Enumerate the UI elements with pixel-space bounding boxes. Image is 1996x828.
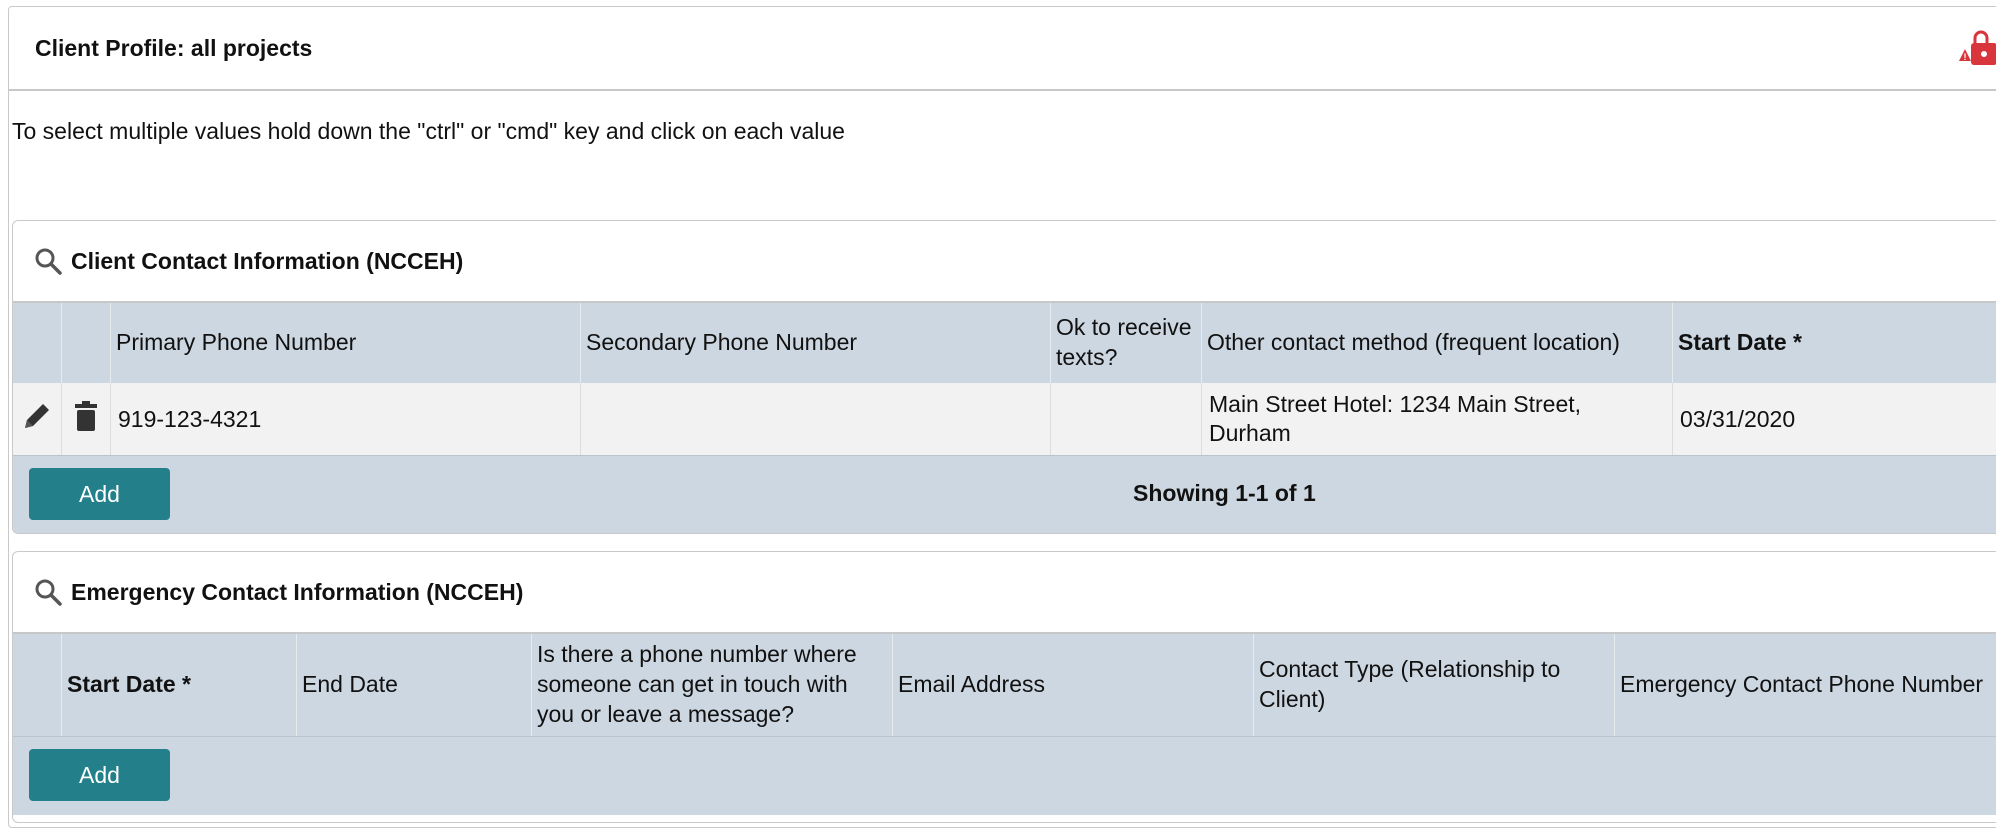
ok-texts-cell <box>1051 383 1202 455</box>
column-header[interactable]: End Date <box>297 634 532 736</box>
emergency-contact-section: Emergency Contact Information (NCCEH) St… <box>12 551 1996 823</box>
panel-header: Client Profile: all projects ! <box>9 7 1996 91</box>
section-title: Emergency Contact Information (NCCEH) <box>71 579 523 606</box>
pencil-icon[interactable] <box>20 399 54 433</box>
table-header-row: Primary Phone Number Secondary Phone Num… <box>13 303 1996 383</box>
secondary-phone-cell <box>581 383 1051 455</box>
column-header[interactable]: Start Date * <box>62 634 297 736</box>
column-header[interactable]: Other contact method (frequent location) <box>1202 303 1673 383</box>
primary-phone-cell: 919-123-4321 <box>111 383 581 455</box>
table-footer: Add Showing 1-1 of 1 <box>13 455 1996 534</box>
add-contact-button[interactable]: Add <box>29 468 170 520</box>
edit-cell[interactable] <box>13 383 62 455</box>
section-header: Emergency Contact Information (NCCEH) <box>13 552 1996 634</box>
column-header[interactable]: Secondary Phone Number <box>581 303 1051 383</box>
trash-icon[interactable] <box>71 399 101 433</box>
header-spacer <box>62 303 111 383</box>
delete-cell[interactable] <box>62 383 111 455</box>
column-header[interactable]: Contact Type (Relationship to Client) <box>1254 634 1615 736</box>
column-header[interactable]: Start Date * <box>1673 303 1996 383</box>
column-header[interactable]: Emergency Contact Phone Number <box>1615 634 1996 736</box>
header-spacer <box>13 303 62 383</box>
column-header[interactable]: Primary Phone Number <box>111 303 581 383</box>
instructions-text: To select multiple values hold down the … <box>12 118 845 145</box>
column-header[interactable]: Is there a phone number where someone ca… <box>532 634 893 736</box>
add-emergency-contact-button[interactable]: Add <box>29 749 170 801</box>
table-row: 919-123-4321 Main Street Hotel: 1234 Mai… <box>13 383 1996 455</box>
search-icon[interactable] <box>33 246 63 276</box>
table-header-row: Start Date * End Date Is there a phone n… <box>13 634 1996 736</box>
section-header: Client Contact Information (NCCEH) <box>13 221 1996 303</box>
emergency-table: Start Date * End Date Is there a phone n… <box>13 634 1996 736</box>
pagination-status: Showing 1-1 of 1 <box>1133 480 1316 507</box>
contact-table: Primary Phone Number Secondary Phone Num… <box>13 303 1996 455</box>
svg-text:!: ! <box>1964 52 1967 62</box>
start-date-cell: 03/31/2020 <box>1673 383 1996 455</box>
client-contact-section: Client Contact Information (NCCEH) Prima… <box>12 220 1996 534</box>
search-icon[interactable] <box>33 577 63 607</box>
column-header[interactable]: Email Address <box>893 634 1254 736</box>
panel-title: Client Profile: all projects <box>35 35 312 62</box>
section-title: Client Contact Information (NCCEH) <box>71 248 463 275</box>
column-header[interactable]: Ok to receive texts? <box>1051 303 1202 383</box>
other-contact-cell: Main Street Hotel: 1234 Main Street, Dur… <box>1202 383 1673 455</box>
table-footer: Add <box>13 736 1996 815</box>
header-spacer <box>13 634 62 736</box>
lock-alert-icon[interactable]: ! <box>1959 29 1996 69</box>
